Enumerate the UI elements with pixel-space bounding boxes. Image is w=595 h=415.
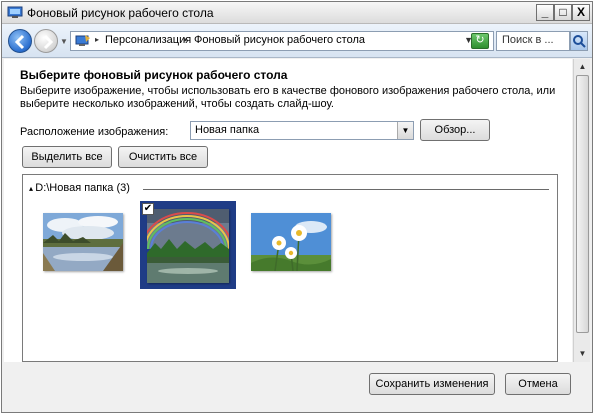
close-button[interactable]: X: [572, 4, 590, 21]
river-landscape-image: [43, 213, 123, 271]
location-dropdown-value: Новая папка: [195, 124, 260, 136]
location-label: Расположение изображения:: [20, 126, 169, 138]
vertical-scrollbar[interactable]: ▲ ▼: [573, 59, 590, 362]
history-dropdown-icon[interactable]: ▼: [60, 37, 68, 46]
title-bar: Фоновый рисунок рабочего стола _ □ X: [2, 2, 592, 24]
select-all-button[interactable]: Выделить все: [22, 146, 112, 168]
wallpaper-thumbnail[interactable]: [41, 211, 125, 275]
rainbow-lake-image: [147, 209, 229, 283]
search-placeholder: Поиск в ...: [502, 34, 554, 46]
forward-arrow-icon: [43, 34, 54, 50]
group-label[interactable]: ▴ D:\Новая папка (3): [29, 182, 130, 194]
refresh-icon: ↻: [475, 34, 485, 46]
wallpaper-thumbnail-selected[interactable]: ✔: [140, 201, 236, 289]
breadcrumb-personalization[interactable]: Персонализация: [105, 34, 191, 46]
save-changes-button[interactable]: Сохранить изменения: [369, 373, 495, 395]
search-button[interactable]: [570, 31, 588, 51]
refresh-button[interactable]: ↻: [471, 33, 489, 49]
navigation-bar: ▼ ▸ Персонализация ▸ Фоновый рисунок раб…: [2, 24, 592, 58]
image-gallery: ▴ D:\Новая папка (3) ✔: [22, 174, 558, 362]
breadcrumb-separator[interactable]: ▸: [184, 35, 188, 44]
control-panel-icon: [75, 34, 91, 48]
window-icon: [7, 6, 23, 19]
clear-all-button[interactable]: Очистить все: [118, 146, 208, 168]
breadcrumb-separator[interactable]: ▸: [95, 35, 99, 44]
scroll-up-icon[interactable]: ▲: [576, 60, 589, 73]
location-dropdown[interactable]: Новая папка ▼: [190, 121, 414, 140]
back-arrow-icon: [14, 34, 25, 50]
minimize-button[interactable]: _: [536, 4, 554, 21]
wallpaper-thumbnail[interactable]: [249, 211, 333, 275]
cancel-button[interactable]: Отмена: [505, 373, 571, 395]
page-heading: Выберите фоновый рисунок рабочего стола: [20, 68, 288, 82]
back-button[interactable]: [8, 29, 32, 53]
wallpaper-window: Фоновый рисунок рабочего стола _ □ X ▼ ▸…: [1, 1, 593, 413]
group-label-text: D:\Новая папка (3): [35, 182, 130, 194]
breadcrumb-wallpaper[interactable]: Фоновый рисунок рабочего стола: [194, 34, 365, 46]
chevron-down-icon[interactable]: ▼: [397, 122, 413, 139]
browse-button[interactable]: Обзор...: [420, 119, 490, 141]
scroll-down-icon[interactable]: ▼: [576, 347, 589, 360]
forward-button[interactable]: [34, 29, 58, 53]
search-icon: [573, 35, 586, 48]
search-input[interactable]: Поиск в ...: [496, 31, 570, 51]
page-description: Выберите изображение, чтобы использовать…: [20, 85, 556, 110]
group-divider: [143, 189, 549, 190]
window-title: Фоновый рисунок рабочего стола: [27, 6, 214, 20]
daisies-image: [251, 213, 331, 271]
address-bar[interactable]: ▸ Персонализация ▸ Фоновый рисунок рабоч…: [70, 31, 494, 51]
selected-checkbox[interactable]: ✔: [142, 203, 154, 215]
scrollbar-thumb[interactable]: [576, 75, 589, 333]
maximize-button[interactable]: □: [554, 4, 572, 21]
